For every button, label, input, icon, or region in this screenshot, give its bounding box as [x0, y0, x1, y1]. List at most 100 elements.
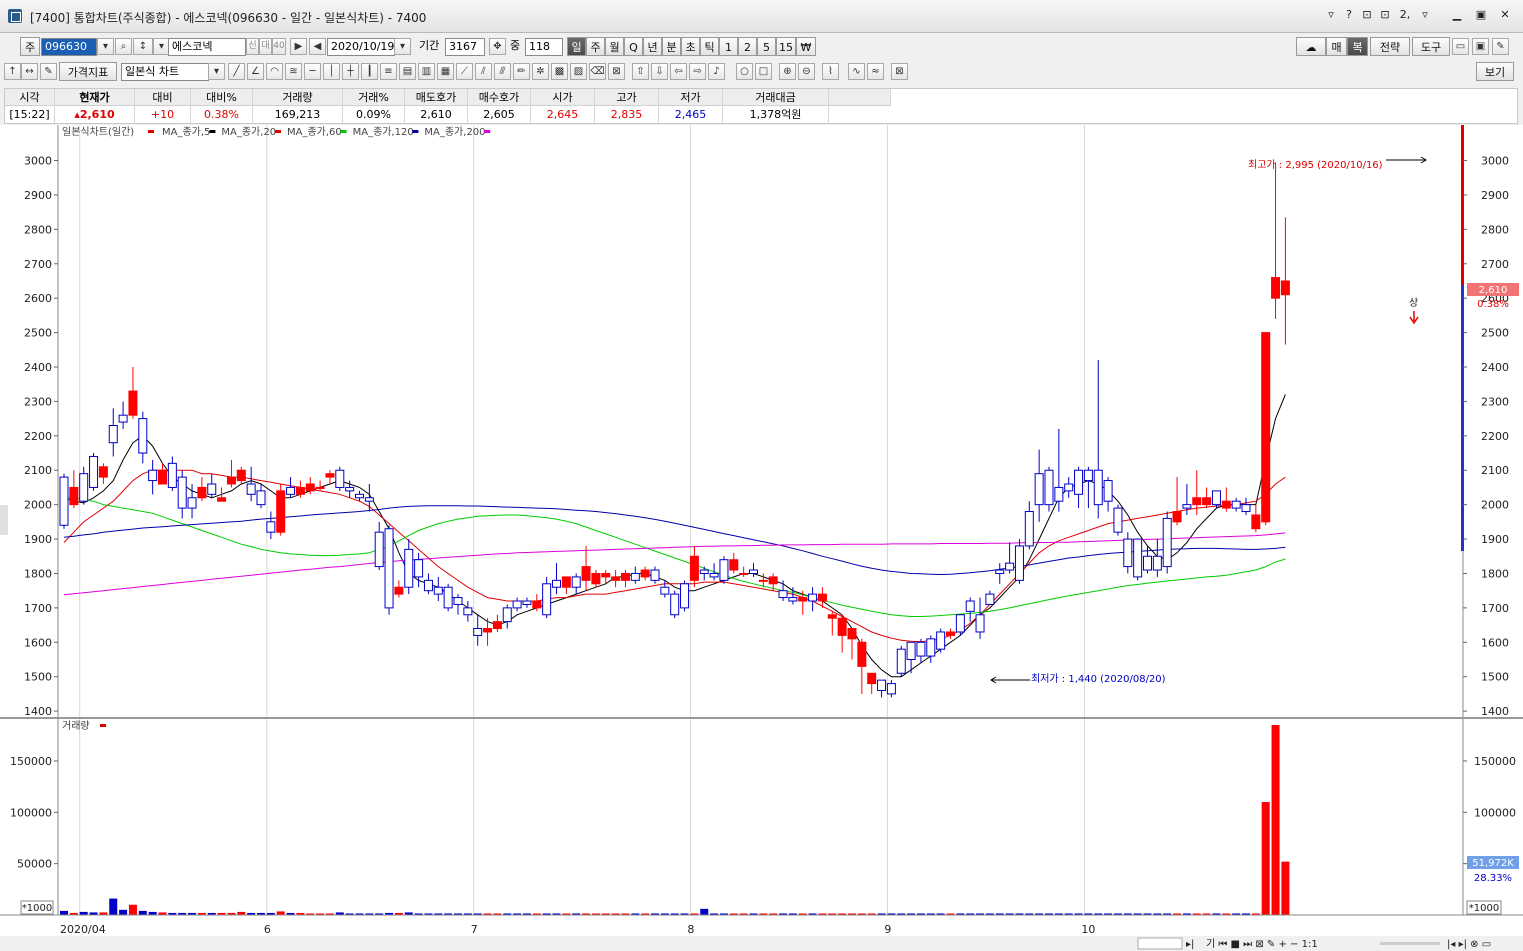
- zoom-slider[interactable]: [1380, 942, 1440, 945]
- interval-1-button[interactable]: 1: [719, 37, 738, 56]
- candle-body: [1103, 480, 1113, 502]
- rect-tool-icon[interactable]: □: [755, 63, 772, 80]
- zoom-in-icon[interactable]: ⊕: [779, 63, 796, 80]
- sort-icon[interactable]: ↕: [133, 38, 153, 55]
- prev-icon[interactable]: ◀: [309, 38, 326, 55]
- period-minute-button[interactable]: 분: [662, 37, 681, 56]
- wave2-icon[interactable]: ≈: [867, 63, 884, 80]
- date-field[interactable]: 2020/10/19: [327, 38, 395, 56]
- close-button[interactable]: ✕: [1496, 7, 1514, 23]
- period-day-button[interactable]: 일: [567, 37, 586, 56]
- maximize-button[interactable]: ▣: [1472, 7, 1490, 23]
- fan-tool-icon[interactable]: ≋: [285, 63, 302, 80]
- strategy-button[interactable]: 전략: [1370, 37, 1410, 56]
- period-week-button[interactable]: 주: [586, 37, 605, 56]
- pencil-icon[interactable]: ✏: [513, 63, 530, 80]
- pattern-icon[interactable]: ⌇: [822, 63, 839, 80]
- cross-tool-icon[interactable]: ┼: [342, 63, 359, 80]
- save-icon[interactable]: ▣: [1472, 38, 1489, 55]
- eraser-icon[interactable]: ⌫: [589, 63, 606, 80]
- table-tool-icon[interactable]: ▤: [399, 63, 416, 80]
- fibo-tool-icon[interactable]: ≡: [380, 63, 397, 80]
- wave-icon[interactable]: ∿: [848, 63, 865, 80]
- candle-body: [719, 559, 729, 581]
- box-tool-icon[interactable]: ▥: [418, 63, 435, 80]
- period-quarter-button[interactable]: Q: [624, 37, 643, 56]
- layout-icon[interactable]: ⊡: [1358, 7, 1376, 23]
- buy-button[interactable]: 매: [1326, 37, 1347, 56]
- currency-button[interactable]: ₩: [796, 37, 816, 56]
- side-collapse-handle[interactable]: [0, 505, 8, 535]
- parallel-tool-icon[interactable]: ⫻: [494, 63, 511, 80]
- wrench-icon[interactable]: ✎: [1492, 38, 1509, 55]
- chevron-down-icon[interactable]: ▾: [208, 63, 225, 80]
- scroll-next-icon[interactable]: ▸|: [1186, 939, 1194, 950]
- interval-2-button[interactable]: 2: [738, 37, 757, 56]
- channel-tool-icon[interactable]: ⫽: [475, 63, 492, 80]
- view-button[interactable]: 보기: [1476, 62, 1514, 81]
- dropdown-icon[interactable]: ▿: [1322, 7, 1340, 23]
- hline-tool-icon[interactable]: ─: [304, 63, 321, 80]
- candle-body: [689, 555, 699, 581]
- period-tick-button[interactable]: 틱: [700, 37, 719, 56]
- market-button[interactable]: 주: [20, 37, 40, 56]
- nav-icons[interactable]: 기 ⏮ ■ ⏭ ⊠ ✎ + − 1:1: [1206, 938, 1318, 950]
- bars-tool-icon[interactable]: ▦: [437, 63, 454, 80]
- note-icon[interactable]: ♪: [708, 63, 725, 80]
- edit-icon[interactable]: ✎: [40, 63, 57, 80]
- chevron-down-icon[interactable]: ▾: [97, 38, 114, 55]
- folder-icon[interactable]: ▭: [1452, 38, 1469, 55]
- color-icon[interactable]: ▩: [551, 63, 568, 80]
- arc-tool-icon[interactable]: ◠: [266, 63, 283, 80]
- interval-5-button[interactable]: 5: [757, 37, 776, 56]
- menu-icon[interactable]: ▿: [1416, 7, 1434, 23]
- interval-15-button[interactable]: 15: [776, 37, 796, 56]
- period-year-button[interactable]: 년: [643, 37, 662, 56]
- chart-type-select[interactable]: 일본식 차트: [121, 63, 209, 81]
- minimize-button[interactable]: ▁: [1448, 7, 1466, 23]
- period-input[interactable]: 3167: [445, 38, 485, 56]
- y-tick-label-left: 1600: [24, 636, 52, 649]
- tools-button[interactable]: 도구: [1412, 37, 1450, 56]
- circle-tool-icon[interactable]: ○: [736, 63, 753, 80]
- zoom-input[interactable]: 118: [525, 38, 563, 56]
- scroll-field[interactable]: [1137, 937, 1183, 950]
- link-icon[interactable]: 2,: [1396, 7, 1414, 23]
- candle-body: [798, 597, 808, 602]
- clear-icon[interactable]: ⊠: [891, 63, 908, 80]
- layout2-icon[interactable]: ⊡: [1376, 7, 1394, 23]
- stock-chart[interactable]: 1400 1400 1500 1500 1600 1600 1700 1700 1800 1800…: [0, 125, 1523, 951]
- vline-tool-icon[interactable]: │: [323, 63, 340, 80]
- cloud-icon[interactable]: ☁: [1296, 37, 1326, 56]
- move-right-icon[interactable]: ⇨: [689, 63, 706, 80]
- period-month-button[interactable]: 월: [605, 37, 624, 56]
- delete-icon[interactable]: ⊠: [608, 63, 625, 80]
- angle-tool-icon[interactable]: ∠: [247, 63, 264, 80]
- move-left-icon[interactable]: ⇦: [670, 63, 687, 80]
- trend-tool-icon[interactable]: ⟋: [456, 63, 473, 80]
- arrow-up-icon[interactable]: ↑: [4, 63, 21, 80]
- indicator-button[interactable]: 가격지표: [59, 62, 117, 81]
- next-icon[interactable]: ▶: [290, 38, 307, 55]
- zoom-out-icon[interactable]: ⊖: [798, 63, 815, 80]
- line-tool-icon[interactable]: ╱: [228, 63, 245, 80]
- move-up-icon[interactable]: ⇧: [632, 63, 649, 80]
- help-icon[interactable]: ?: [1340, 7, 1358, 23]
- move-icon[interactable]: ✥: [489, 38, 506, 55]
- period-second-button[interactable]: 초: [681, 37, 700, 56]
- candle-body: [1192, 497, 1202, 506]
- stock-name-field[interactable]: 에스코넥: [168, 38, 246, 56]
- palette-icon[interactable]: ▨: [570, 63, 587, 80]
- magic-icon[interactable]: ✲: [532, 63, 549, 80]
- move-down-icon[interactable]: ⇩: [651, 63, 668, 80]
- candle-body: [601, 572, 611, 578]
- chevron-down-icon[interactable]: ▾: [394, 38, 411, 55]
- expand-icon[interactable]: ↔: [21, 63, 38, 80]
- duplicate-button[interactable]: 복: [1347, 37, 1368, 56]
- search-icon[interactable]: ⌕: [115, 38, 132, 55]
- stock-code-input[interactable]: 096630: [41, 38, 97, 56]
- y-tick-label-right: 2400: [1481, 361, 1509, 374]
- nav-end-icons[interactable]: |◂ ▸| ⊗ ▭: [1447, 939, 1491, 950]
- volume-bar: [276, 911, 285, 915]
- grid-tool-icon[interactable]: ┃: [361, 63, 378, 80]
